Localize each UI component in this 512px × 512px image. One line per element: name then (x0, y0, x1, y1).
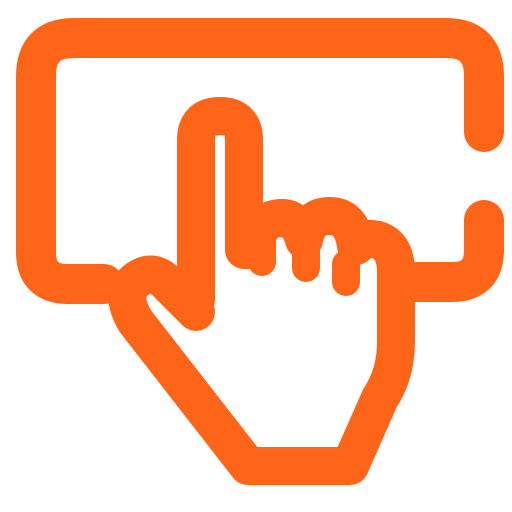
icon-canvas (0, 0, 512, 512)
touch-screen-tap-icon (16, 18, 504, 485)
